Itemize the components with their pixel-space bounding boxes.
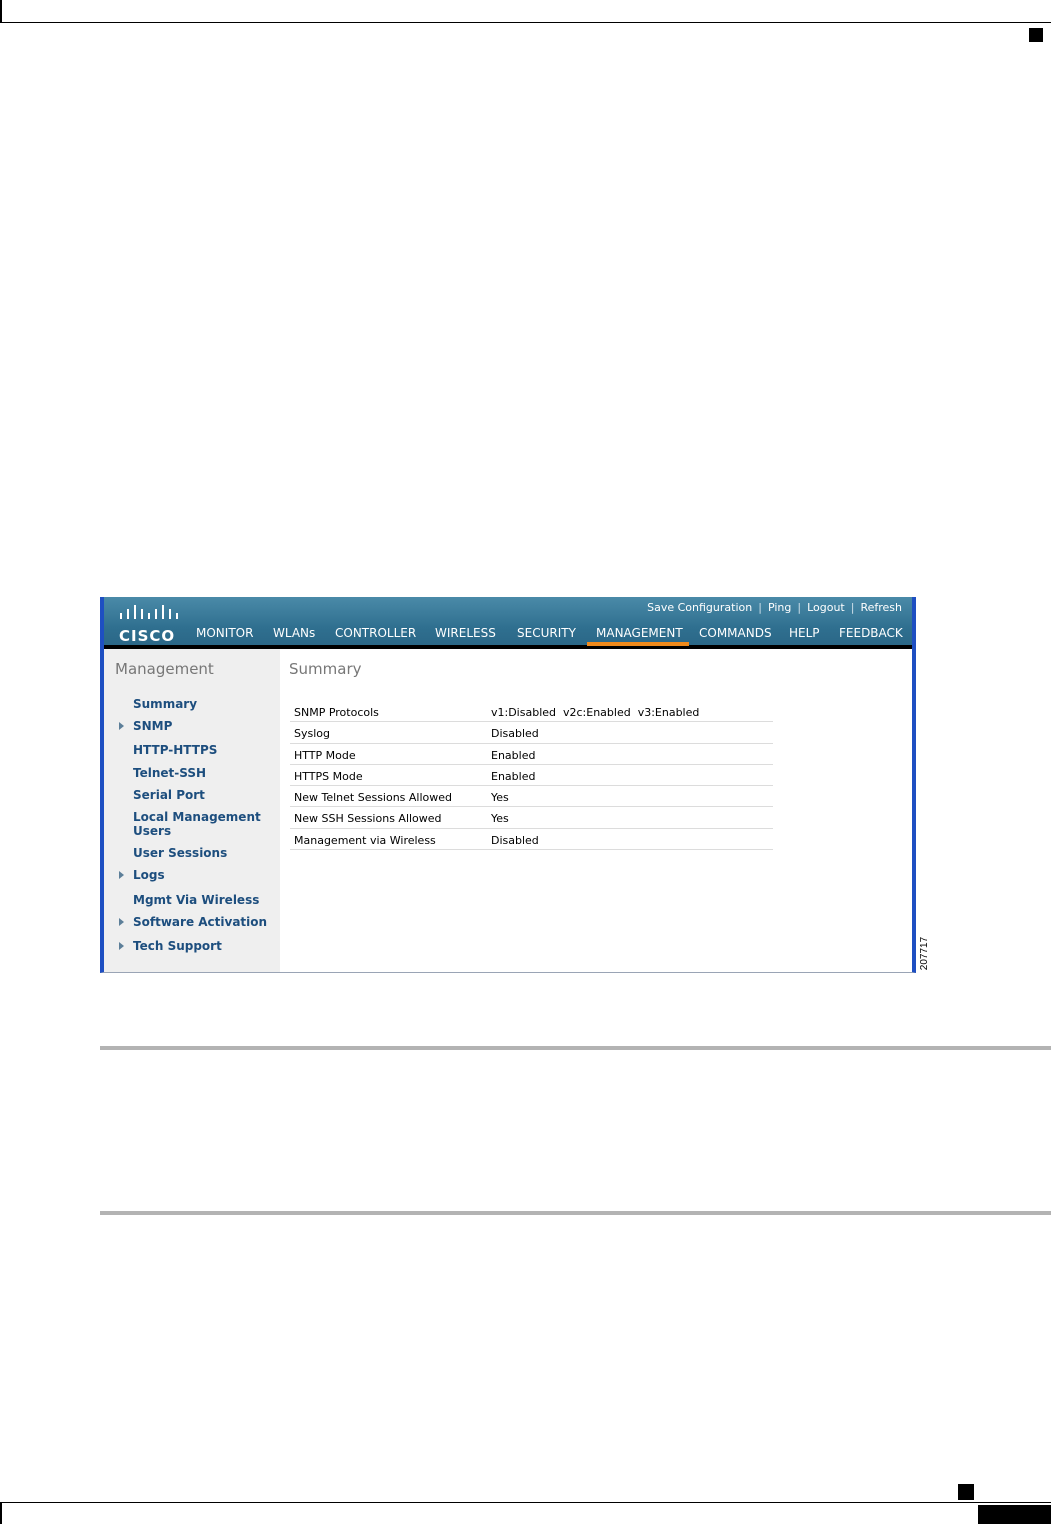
summary-table: SNMP Protocols v1:Disabled v2c:Enabled v…	[290, 701, 773, 851]
cisco-logo: CISCO	[118, 603, 182, 645]
row-value: Enabled	[491, 748, 536, 762]
page-number-bar	[978, 1505, 1051, 1524]
sidebar-item-summary[interactable]: Summary	[133, 698, 197, 711]
row-label: New SSH Sessions Allowed	[294, 812, 442, 826]
table-row: Management via Wireless Disabled	[290, 829, 773, 851]
figure-number-text: 207717	[919, 936, 931, 971]
page-title: Summary	[289, 660, 362, 678]
sidebar-item-user-sessions[interactable]: User Sessions	[133, 847, 227, 860]
expand-arrow-icon[interactable]	[119, 942, 124, 950]
row-label: SNMP Protocols	[294, 706, 379, 719]
wlc-screenshot: CISCO Save Configuration | Ping | Logout | Ref…	[100, 597, 916, 973]
table-row: SNMP Protocols v1:Disabled v2c:Enabled v…	[290, 701, 773, 723]
row-label: Management via Wireless	[294, 833, 436, 847]
header-bar: CISCO Save Configuration | Ping | Logout | Ref…	[104, 597, 912, 649]
sidebar-item-snmp[interactable]: SNMP	[133, 720, 172, 733]
sidebar-item-tech-support[interactable]: Tech Support	[133, 940, 222, 953]
row-label: HTTPS Mode	[294, 769, 363, 783]
logout-link[interactable]: Logout	[807, 601, 845, 614]
page-corner-mark	[958, 1484, 974, 1500]
tab-monitor[interactable]: MONITOR	[196, 626, 253, 640]
section-divider	[100, 1046, 1051, 1050]
table-row: New Telnet Sessions Allowed Yes	[290, 786, 773, 808]
tab-wlans[interactable]: WLANs	[273, 626, 315, 640]
sidebar-item-telnet-ssh[interactable]: Telnet-SSH	[133, 767, 206, 780]
table-row: New SSH Sessions Allowed Yes	[290, 807, 773, 829]
table-row: HTTP Mode Enabled	[290, 744, 773, 765]
main-content: Summary SNMP Protocols v1:Disabled v2c:E…	[280, 649, 912, 972]
page-top-rule	[0, 22, 1051, 23]
sidebar-item-mgmt-via-wireless[interactable]: Mgmt Via Wireless	[133, 894, 259, 907]
row-label: Syslog	[294, 727, 330, 741]
utility-links: Save Configuration | Ping | Logout | Refresh	[647, 601, 902, 614]
page-bottom-rule	[0, 1502, 1051, 1503]
figure-number: 207717	[919, 936, 932, 972]
table-row: Syslog Disabled	[290, 722, 773, 744]
tab-feedback[interactable]: FEEDBACK	[839, 626, 903, 640]
ping-link[interactable]: Ping	[768, 601, 791, 614]
tab-commands[interactable]: COMMANDS	[699, 626, 772, 640]
tab-controller[interactable]: CONTROLLER	[335, 626, 416, 640]
expand-arrow-icon[interactable]	[119, 722, 124, 730]
expand-arrow-icon[interactable]	[119, 918, 124, 926]
row-value: Enabled	[491, 769, 536, 783]
active-tab-indicator	[587, 642, 689, 646]
tab-security[interactable]: SECURITY	[517, 626, 576, 640]
main-nav: MONITOR WLANs CONTROLLER WIRELESS SECURI…	[194, 626, 906, 645]
row-value: Disabled	[491, 727, 539, 741]
row-value: Yes	[491, 812, 509, 826]
refresh-link[interactable]: Refresh	[860, 601, 902, 614]
expand-arrow-icon[interactable]	[119, 871, 124, 879]
sidebar-item-logs[interactable]: Logs	[133, 869, 165, 882]
row-label: HTTP Mode	[294, 748, 356, 762]
tab-help[interactable]: HELP	[789, 626, 820, 640]
row-label: New Telnet Sessions Allowed	[294, 791, 453, 805]
brand-text: CISCO	[119, 627, 176, 645]
row-value: Yes	[491, 791, 509, 805]
row-value: Disabled	[491, 833, 539, 847]
page-top-tick	[0, 0, 2, 22]
sidebar-item-serial-port[interactable]: Serial Port	[133, 789, 205, 802]
save-configuration-link[interactable]: Save Configuration	[647, 601, 752, 614]
sidebar-title: Management	[115, 660, 214, 678]
sidebar-item-local-management-users[interactable]: Users	[133, 825, 171, 838]
row-value: v1:Disabled v2c:Enabled v3:Enabled	[491, 706, 700, 719]
tab-wireless[interactable]: WIRELESS	[435, 626, 496, 640]
sidebar-item-software-activation[interactable]: Software Activation	[133, 916, 267, 929]
page-bottom-tick	[0, 1502, 2, 1524]
tab-management[interactable]: MANAGEMENT	[596, 626, 683, 640]
table-row: HTTPS Mode Enabled	[290, 765, 773, 787]
section-divider	[100, 1211, 1051, 1215]
sidebar-item-local-management[interactable]: Local Management	[133, 811, 261, 824]
page-corner-mark	[1029, 28, 1043, 42]
sidebar-item-http-https[interactable]: HTTP-HTTPS	[133, 744, 217, 757]
sidebar: Management Summary SNMP HTTP-HTTPS Telne…	[104, 649, 280, 972]
